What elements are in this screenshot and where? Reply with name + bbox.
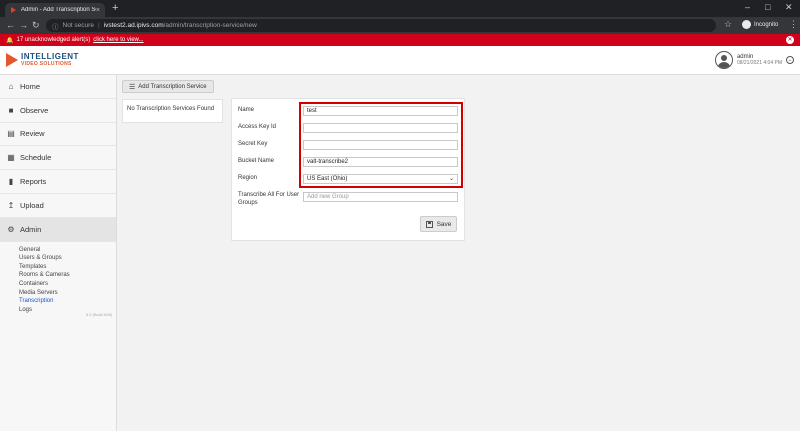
sidebar-item-schedule[interactable]: ▦ Schedule <box>0 146 116 171</box>
sidebar-item-label: Upload <box>20 200 44 210</box>
address-bar: ← → ↻ ⓘ Not secure | ivstest2.ad.ipivs.c… <box>0 17 800 34</box>
incognito-label: Incognito <box>754 21 779 28</box>
chevron-down-icon[interactable]: ⌄ <box>786 56 794 64</box>
sidebar-item-label: Schedule <box>20 153 52 163</box>
sidebar-item-reports[interactable]: ▮ Reports <box>0 170 116 194</box>
url-field[interactable]: ⓘ Not secure | ivstest2.ad.ipivs.com/adm… <box>46 19 716 32</box>
app-header: INTELLIGENT VIDEO SOLUTIONS admin 08/21/… <box>0 46 800 75</box>
calendar-icon: ▦ <box>7 153 15 163</box>
tab-title: Admin - Add Transcription Service <box>21 7 96 13</box>
empty-list-message: No Transcription Services Found <box>127 106 215 112</box>
tab-close-icon[interactable]: × <box>96 7 100 14</box>
video-camera-icon: ■ <box>8 105 14 115</box>
logo-line1: INTELLIGENT <box>21 52 79 61</box>
subnav-item-containers[interactable]: Containers <box>19 280 116 289</box>
subnav-item-rooms-cameras[interactable]: Rooms & Cameras <box>19 271 116 280</box>
user-menu[interactable]: admin 08/21/2021 4:04 PM ⌄ <box>714 51 794 69</box>
transcription-form: Name test Access Key Id Secret Key Bucke… <box>231 98 465 241</box>
logo-mark-icon <box>6 53 18 67</box>
sidebar-item-label: Reports <box>20 177 47 187</box>
home-icon: ⌂ <box>8 81 14 91</box>
services-list: No Transcription Services Found <box>122 99 223 123</box>
logo[interactable]: INTELLIGENT VIDEO SOLUTIONS <box>6 53 79 67</box>
sidebar-item-review[interactable]: ▤ Review <box>0 123 116 147</box>
upload-icon: ↥ <box>7 200 15 210</box>
version-label: 5.5 (Build 698) <box>85 312 112 317</box>
alert-text: 17 unacknowledged alert(s) <box>16 37 91 43</box>
sidebar-item-observe[interactable]: ■ Observe <box>0 99 116 123</box>
user-time: 08/21/2021 4:04 PM <box>736 60 782 66</box>
subnav-item-media-servers[interactable]: Media Servers <box>19 289 116 298</box>
alert-close-icon[interactable]: ✕ <box>786 36 794 44</box>
subnav-item-general[interactable]: General <box>19 246 116 255</box>
back-icon[interactable]: ← <box>6 20 15 30</box>
main-content: ☰ Add Transcription Service No Transcrip… <box>117 75 800 431</box>
logo-line2: VIDEO SOLUTIONS <box>21 61 72 67</box>
bookmark-star-icon[interactable]: ☆ <box>724 19 732 30</box>
save-label: Save <box>436 220 452 228</box>
browser-menu-icon[interactable]: ⋮ <box>789 19 798 30</box>
browser-tab[interactable]: Admin - Add Transcription Service × <box>5 3 105 17</box>
incognito-icon <box>742 20 751 29</box>
forward-icon[interactable]: → <box>19 20 28 30</box>
avatar[interactable] <box>714 51 733 69</box>
secret-key-label: Secret Key <box>238 141 268 147</box>
bell-icon: 🔔 <box>6 37 14 44</box>
sidebar: ⌂ Home ■ Observe ▤ Review ▦ Schedule ▮ R… <box>0 75 117 431</box>
alert-bar: 🔔 17 unacknowledged alert(s) click here … <box>0 34 800 46</box>
region-label: Region <box>238 175 258 181</box>
minimize-icon[interactable]: – <box>745 2 750 12</box>
bar-chart-icon: ▮ <box>8 177 14 187</box>
browser-tab-bar: Admin - Add Transcription Service × + – … <box>0 0 800 17</box>
list-icon: ☰ <box>129 83 136 91</box>
subnav-item-users-groups[interactable]: Users & Groups <box>19 254 116 263</box>
film-icon: ▤ <box>7 129 15 139</box>
incognito-indicator[interactable]: Incognito <box>742 20 778 29</box>
window-close-icon[interactable]: ✕ <box>785 2 793 13</box>
security-label: Not secure <box>62 22 94 29</box>
reload-icon[interactable]: ↻ <box>32 20 40 31</box>
user-groups-field[interactable]: Add new Group <box>303 192 458 202</box>
add-button-label: Add Transcription Service <box>138 83 207 90</box>
alert-view-link[interactable]: click here to view... <box>93 37 143 43</box>
sidebar-item-home[interactable]: ⌂ Home <box>0 75 116 99</box>
admin-subnav: General Users & Groups Templates Rooms &… <box>0 242 116 315</box>
sidebar-item-label: Admin <box>20 224 42 234</box>
sidebar-item-label: Home <box>20 81 41 91</box>
highlight-box <box>299 102 463 188</box>
floppy-disk-icon <box>425 220 433 228</box>
add-transcription-service-button[interactable]: ☰ Add Transcription Service <box>122 80 214 93</box>
bucket-name-label: Bucket Name <box>238 158 275 164</box>
maximize-icon[interactable]: □ <box>765 2 770 12</box>
save-button[interactable]: Save <box>420 216 457 232</box>
subnav-item-templates[interactable]: Templates <box>19 263 116 272</box>
url-host: ivstest2.ad.ipivs.com <box>103 22 164 29</box>
gear-icon: ⚙ <box>7 224 15 234</box>
name-label: Name <box>238 107 255 113</box>
url-separator: | <box>97 22 100 29</box>
favicon-icon <box>10 6 17 14</box>
url-path: /admin/transcription-service/new <box>163 22 257 29</box>
sidebar-item-upload[interactable]: ↥ Upload <box>0 194 116 218</box>
sidebar-item-admin[interactable]: ⚙ Admin <box>0 217 116 242</box>
info-icon[interactable]: ⓘ <box>52 21 59 31</box>
access-key-label: Access Key Id <box>238 124 277 130</box>
user-groups-label: Transcribe All For User Groups <box>238 192 300 206</box>
sidebar-item-label: Review <box>20 129 45 139</box>
sidebar-item-label: Observe <box>20 105 49 115</box>
new-tab-button[interactable]: + <box>112 2 118 14</box>
subnav-item-transcription[interactable]: Transcription <box>19 297 116 306</box>
